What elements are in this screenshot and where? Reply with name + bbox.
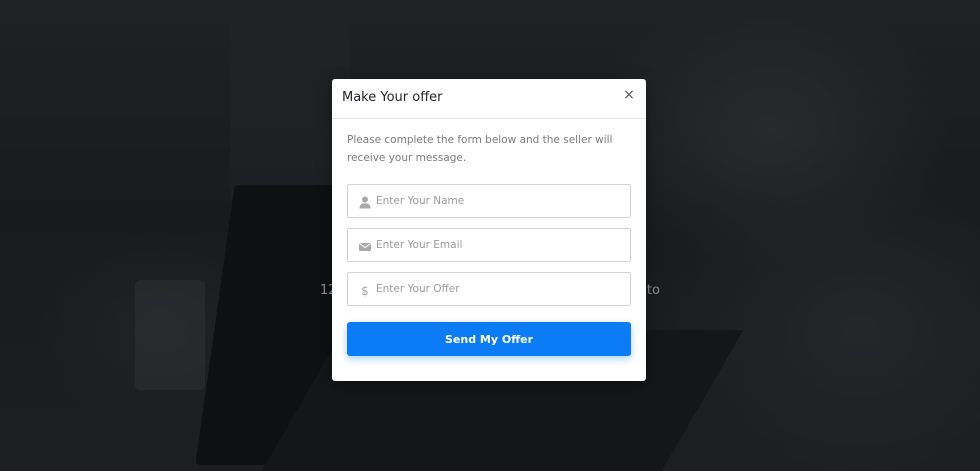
modal-title: Make Your offer (342, 90, 443, 105)
close-button[interactable]: × (622, 88, 636, 102)
email-field[interactable] (347, 228, 631, 262)
page: My om 12 Years old premium dom remium do… (0, 0, 980, 471)
name-input[interactable] (376, 185, 621, 217)
dollar-icon: $ (359, 282, 371, 298)
user-icon (359, 194, 371, 209)
name-field[interactable] (347, 184, 631, 218)
intro-text: Please complete the form below and the s… (347, 134, 613, 164)
make-offer-modal: Make Your offer × Please complete the fo… (332, 79, 646, 381)
modal-body: Please complete the form below and the s… (347, 131, 631, 356)
svg-text:$: $ (361, 284, 369, 297)
envelope-icon (359, 238, 371, 251)
email-input[interactable] (376, 229, 621, 261)
send-offer-button[interactable]: Send My Offer (347, 322, 631, 356)
offer-input[interactable] (376, 273, 621, 305)
modal-header: Make Your offer × (332, 79, 646, 119)
offer-field[interactable]: $ (347, 272, 631, 306)
close-icon: × (623, 87, 635, 103)
